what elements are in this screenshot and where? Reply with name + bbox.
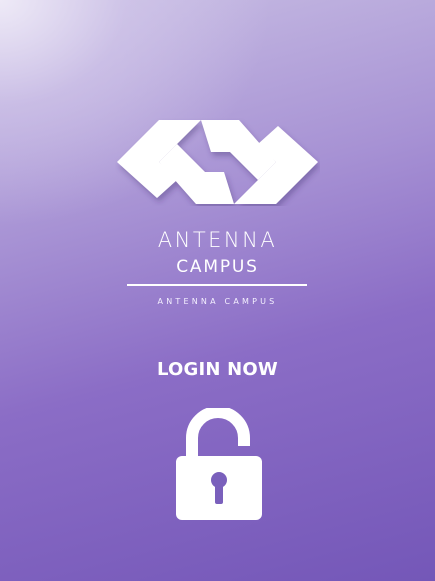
brand-title: ANTENNA bbox=[157, 228, 278, 252]
login-now-label[interactable]: LOGIN NOW bbox=[0, 359, 435, 380]
brand-tagline: ANTENNA CAMPUS bbox=[157, 297, 278, 306]
brand-divider bbox=[127, 284, 307, 286]
unlock-icon[interactable] bbox=[172, 408, 266, 524]
antenna-logo-icon bbox=[117, 120, 318, 204]
brand-subtitle: CAMPUS bbox=[176, 257, 259, 277]
